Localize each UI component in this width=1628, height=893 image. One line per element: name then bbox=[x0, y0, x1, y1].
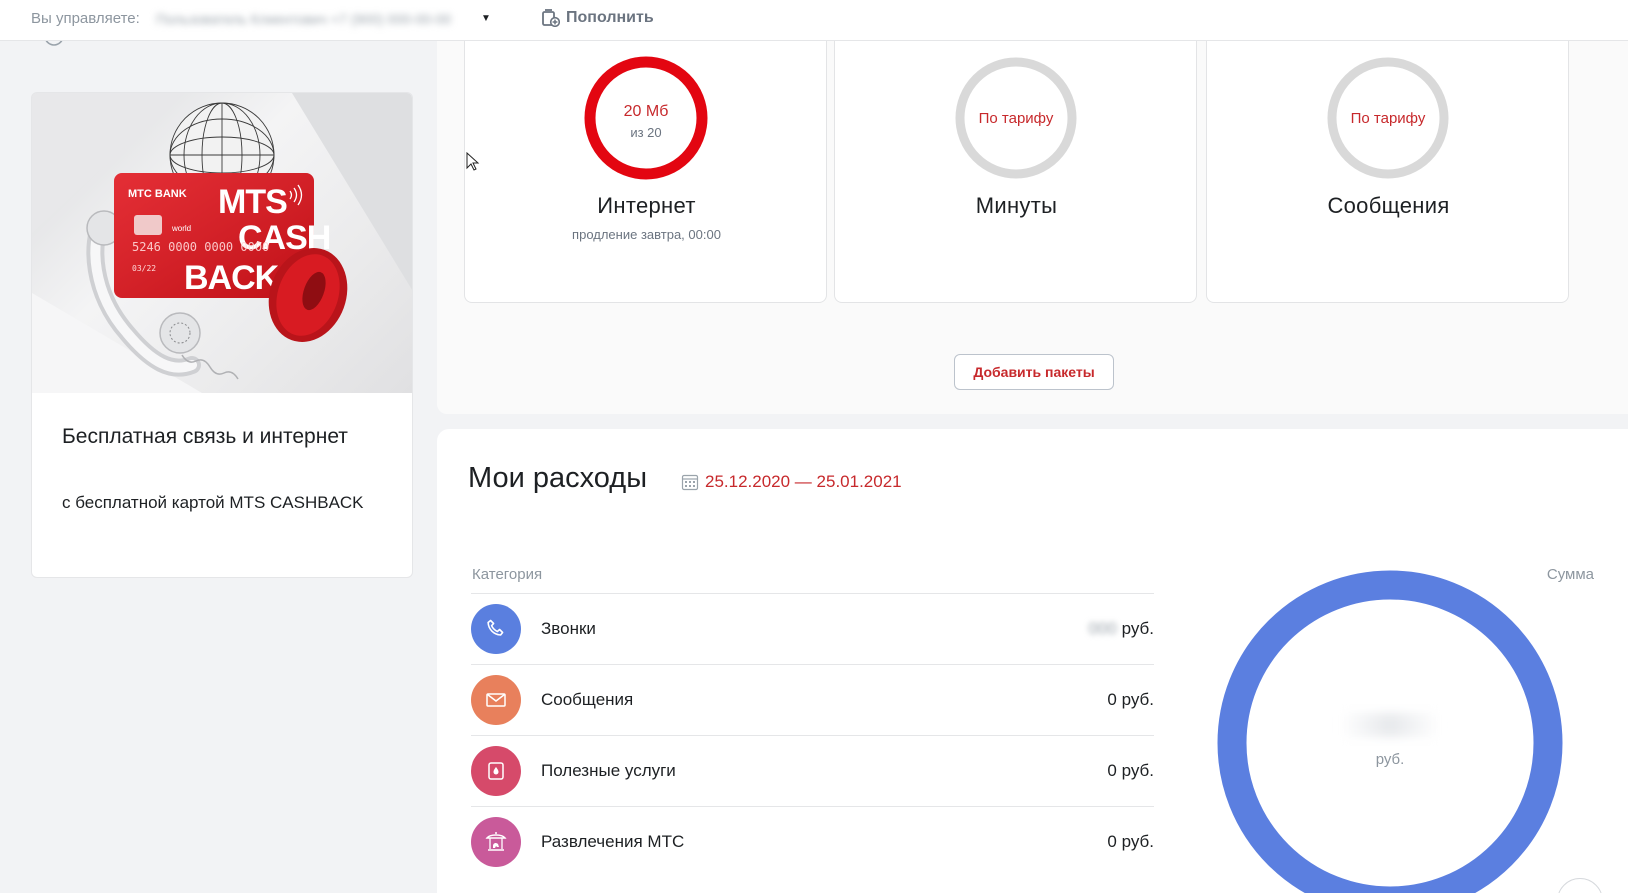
promo-title: Бесплатная связь и интернет bbox=[62, 425, 348, 448]
internet-ring: 20 Мб из 20 bbox=[582, 54, 710, 182]
expense-amount: 0 руб. bbox=[1107, 761, 1154, 780]
messages-ring: По тарифу bbox=[1324, 54, 1452, 182]
promo-image: МТС BANK MTS CASH BACK world 5246 0000 0… bbox=[32, 93, 412, 393]
expense-row-messages[interactable]: Сообщения 0 руб. bbox=[471, 664, 1154, 735]
column-header-category: Категория bbox=[472, 566, 543, 583]
messages-remainder-card[interactable]: По тарифу Сообщения bbox=[1206, 41, 1569, 303]
expense-label: Развлечения МТС bbox=[541, 832, 685, 851]
minutes-tariff-value: По тарифу bbox=[978, 110, 1054, 127]
donut-segment-calls bbox=[1217, 570, 1563, 893]
expenses-title: Мои расходы bbox=[468, 462, 648, 494]
mouse-cursor-icon bbox=[466, 152, 480, 171]
expense-row-calls[interactable]: Звонки 000 руб. bbox=[471, 593, 1154, 664]
calendar-icon bbox=[681, 474, 699, 491]
donut-total-unit: руб. bbox=[1375, 751, 1405, 768]
wallet-plus-icon bbox=[542, 9, 560, 27]
carousel-icon bbox=[471, 817, 521, 867]
remainders-panel: 20 Мб из 20 Интернет продление завтра, 0… bbox=[437, 41, 1628, 414]
managing-label: Вы управляете: bbox=[31, 10, 140, 27]
services-icon bbox=[471, 746, 521, 796]
topup-label: Пополнить bbox=[566, 9, 654, 26]
internet-remainder-card[interactable]: 20 Мб из 20 Интернет продление завтра, 0… bbox=[464, 41, 827, 303]
internet-title: Интернет bbox=[597, 193, 696, 218]
period-text: 25.12.2020 — 25.01.2021 bbox=[705, 472, 902, 491]
card-number: 5246 0000 0000 0000 bbox=[132, 240, 269, 254]
expenses-panel: Мои расходы 25.12.2020 — 25.01.2021 Кате… bbox=[437, 429, 1628, 893]
expense-label: Полезные услуги bbox=[541, 761, 676, 780]
expense-amount: 000 руб. bbox=[1088, 619, 1154, 638]
internet-renewal-note: продление завтра, 00:00 bbox=[572, 227, 721, 242]
donut-total-amount: 000 bbox=[1340, 713, 1440, 737]
expenses-donut-chart: 000 руб. bbox=[1210, 563, 1570, 893]
period-picker[interactable]: 25.12.2020 — 25.01.2021 bbox=[681, 472, 902, 492]
add-packages-button[interactable]: Добавить пакеты bbox=[954, 354, 1114, 390]
managing-account-name[interactable]: Пользователь Клиентович +7 (900) 000-00-… bbox=[156, 11, 476, 27]
internet-total: из 20 bbox=[630, 125, 662, 140]
card-mts-text: MTS bbox=[218, 183, 287, 221]
minutes-remainder-card[interactable]: По тарифу Минуты bbox=[834, 41, 1197, 303]
minutes-title: Минуты bbox=[975, 193, 1058, 218]
top-bar: Вы управляете: Пользователь Клиентович +… bbox=[0, 0, 1628, 41]
topup-button[interactable]: Пополнить bbox=[542, 9, 654, 27]
expense-row-useful-services[interactable]: Полезные услуги 0 руб. bbox=[471, 735, 1154, 806]
phone-icon bbox=[471, 604, 521, 654]
promo-text: с бесплатной картой MTS CASHBACK bbox=[62, 493, 364, 512]
chevron-down-icon[interactable]: ▼ bbox=[481, 13, 491, 24]
card-world-text: world bbox=[171, 224, 191, 233]
promo-card[interactable]: МТС BANK MTS CASH BACK world 5246 0000 0… bbox=[31, 92, 413, 578]
envelope-icon bbox=[471, 675, 521, 725]
card-expiry: 03/22 bbox=[132, 264, 156, 273]
minutes-ring: По тарифу bbox=[952, 54, 1080, 182]
card-back-text: BACK bbox=[184, 259, 280, 297]
expense-row-entertainment[interactable]: Развлечения МТС 0 руб. bbox=[471, 806, 1154, 877]
messages-tariff-value: По тарифу bbox=[1350, 110, 1426, 127]
expense-amount: 0 руб. bbox=[1107, 832, 1154, 851]
expense-amount: 0 руб. bbox=[1107, 690, 1154, 709]
card-bank-logo: МТС BANK bbox=[128, 188, 187, 200]
expense-label: Звонки bbox=[541, 619, 596, 638]
expense-label: Сообщения bbox=[541, 690, 634, 709]
messages-title: Сообщения bbox=[1327, 193, 1450, 218]
internet-remaining-value: 20 Мб bbox=[623, 103, 669, 120]
